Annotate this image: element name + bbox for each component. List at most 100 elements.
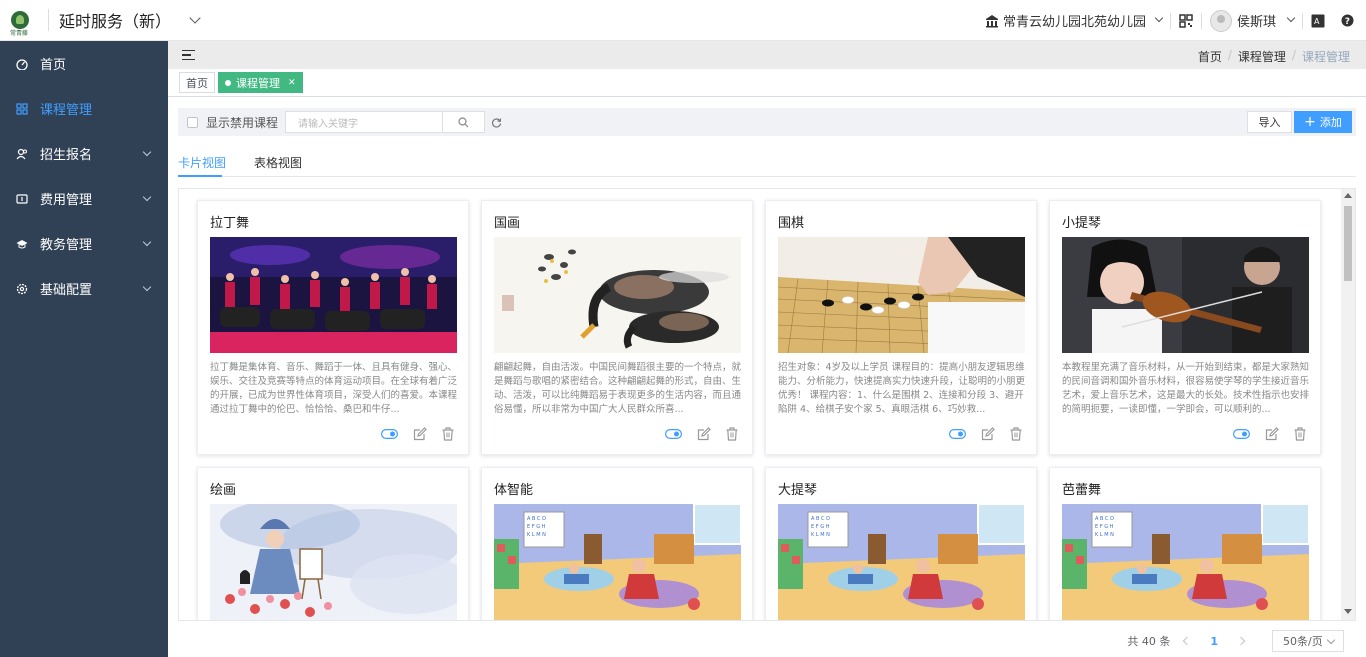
card-description: 翩翩起舞，自由活泼。中国民间舞蹈很主要的一个特点，就是舞蹈与歌唱的紧密结合。这种… [494, 362, 741, 415]
graduation-icon [16, 239, 28, 248]
tags-view: 首页 课程管理 ✕ [168, 69, 1366, 97]
plus-icon: + [1304, 114, 1316, 130]
school-name: 常青云幼儿园北苑幼儿园 [1002, 15, 1146, 30]
edit-icon[interactable] [981, 427, 995, 441]
page-number[interactable]: 1 [1210, 635, 1218, 648]
chevron-down-icon [142, 282, 152, 292]
view-tabs: 卡片视图 表格视图 [178, 149, 1356, 177]
course-card[interactable]: 围棋 招生对象：4岁及以上学员 课程目的：提高小朋友逻辑思维能力、分析能力，快速… [765, 200, 1037, 455]
breadcrumb-current: 课程管理 [1301, 50, 1350, 64]
sidebar-item-label: 费用管理 [40, 193, 93, 208]
header-right: 常青云幼儿园北苑幼儿园 侯斯琪 A ? [977, 0, 1366, 41]
svg-text:A B C D: A B C D [1095, 516, 1114, 522]
delete-icon[interactable] [726, 427, 738, 441]
add-button[interactable]: + 添加 [1294, 111, 1352, 133]
page-size-value: 50条/页 [1283, 635, 1323, 648]
scrollbar[interactable] [1341, 189, 1355, 620]
chevron-right-icon[interactable] [1236, 636, 1246, 646]
card-image: A B C D E F G H K L M N [778, 504, 1025, 620]
app-switcher[interactable]: 延时服务（新） [59, 8, 201, 32]
hamburger-icon[interactable] [182, 49, 195, 61]
chevron-down-icon [189, 11, 201, 24]
tag-dot [225, 79, 231, 86]
svg-text:A B C D: A B C D [527, 516, 546, 522]
sidebar-item-label: 课程管理 [40, 103, 93, 118]
main-content: 首页 / 课程管理 / 课程管理 首页 课程管理 ✕ 显示禁用课程 请输入关键字… [168, 41, 1366, 657]
sidebar-item-home[interactable]: 首页 [0, 41, 168, 86]
edit-icon[interactable] [697, 427, 711, 441]
qrcode-button[interactable] [1171, 13, 1201, 28]
school-icon [985, 14, 998, 27]
show-disabled-checkbox[interactable] [187, 116, 198, 128]
sidebar-item-label: 招生报名 [40, 148, 93, 163]
import-button[interactable]: 导入 [1247, 111, 1292, 133]
breadcrumb-home[interactable]: 首页 [1198, 48, 1222, 65]
tag-label: 首页 [186, 76, 208, 90]
course-card[interactable]: 拉丁舞 拉丁舞是集体育、音乐、舞蹈于一体、且具有健身、强心、娱乐、交往及竞赛等特… [197, 200, 469, 455]
translate-button[interactable]: A [1303, 14, 1333, 28]
edit-icon[interactable] [1265, 427, 1279, 441]
breadcrumb-course[interactable]: 课程管理 [1238, 48, 1286, 65]
user-menu[interactable]: 侯斯琪 [1202, 9, 1302, 32]
course-card[interactable]: 小提琴 本教程里充满了音乐材料，从一开始到结束，都是大家熟知的民间音调和国外音乐… [1049, 200, 1321, 455]
tab-card-view[interactable]: 卡片视图 [178, 154, 226, 171]
course-card[interactable]: 体智能 A B C D E F G H K L M N [481, 467, 753, 620]
svg-text:K L M N: K L M N [527, 532, 546, 538]
scroll-up-icon[interactable] [1344, 193, 1352, 198]
translate-icon: A [1311, 14, 1325, 27]
scroll-thumb[interactable] [1344, 206, 1352, 281]
card-actions [1233, 427, 1306, 441]
card-title: 大提琴 [778, 483, 818, 498]
course-card[interactable]: 绘画 [197, 467, 469, 620]
search-button[interactable] [443, 111, 486, 133]
delete-icon[interactable] [1294, 427, 1306, 441]
chevron-down-icon [1286, 13, 1296, 23]
tab-table-view[interactable]: 表格视图 [254, 154, 302, 171]
avatar [1209, 9, 1232, 32]
settings-icon [16, 283, 28, 294]
logo-mark [11, 11, 29, 29]
toggle-icon[interactable] [381, 429, 398, 439]
qrcode-icon [1179, 13, 1193, 28]
course-card[interactable]: 大提琴 A B C D E F G H K L M N [765, 467, 1037, 620]
card-description: 本教程里充满了音乐材料，从一开始到结束，都是大家熟知的民间音调和国外音乐材料，很… [1062, 362, 1309, 415]
sidebar-item-fee[interactable]: 费用管理 [0, 176, 168, 221]
help-button[interactable]: ? [1333, 14, 1366, 27]
chevron-left-icon[interactable] [1183, 636, 1192, 646]
close-icon[interactable]: ✕ [288, 78, 296, 88]
chevron-down-icon [1154, 13, 1164, 23]
sidebar-item-config[interactable]: 基础配置 [0, 266, 168, 311]
card-image [210, 504, 457, 620]
sidebar-item-academic[interactable]: 教务管理 [0, 221, 168, 266]
app-title: 延时服务（新） [59, 12, 172, 31]
refresh-button[interactable] [491, 117, 502, 128]
top-header: 常青藤 延时服务（新） 常青云幼儿园北苑幼儿园 侯斯琪 A ? [0, 0, 1366, 41]
page-size-select[interactable]: 50条/页 [1272, 630, 1344, 652]
card-grid: 拉丁舞 拉丁舞是集体育、音乐、舞蹈于一体、且具有健身、强心、娱乐、交往及竞赛等特… [178, 188, 1356, 621]
sidebar-item-enroll[interactable]: 招生报名 [0, 131, 168, 176]
toggle-icon[interactable] [1233, 429, 1250, 439]
toggle-icon[interactable] [665, 429, 682, 439]
tag-course[interactable]: 课程管理 ✕ [218, 72, 303, 93]
card-image [778, 237, 1025, 353]
toggle-icon[interactable] [949, 429, 966, 439]
course-card[interactable]: 国画 翩翩起舞，自由活泼。中国民间舞蹈很主要的一个特点，就是舞蹈与歌唱的紧密结合… [481, 200, 753, 455]
svg-text:?: ? [1345, 17, 1350, 27]
sidebar-item-course[interactable]: 课程管理 [0, 86, 168, 131]
search-input[interactable]: 请输入关键字 [285, 111, 444, 133]
fee-icon [16, 193, 28, 204]
tag-home[interactable]: 首页 [179, 72, 215, 93]
school-selector[interactable]: 常青云幼儿园北苑幼儿园 [977, 11, 1170, 30]
delete-icon[interactable] [1010, 427, 1022, 441]
card-image: A B C D E F G H K L M N [1062, 504, 1309, 620]
delete-icon[interactable] [442, 427, 454, 441]
svg-text:E F G H: E F G H [811, 524, 830, 530]
scroll-down-icon[interactable] [1344, 609, 1352, 614]
card-title: 芭蕾舞 [1062, 483, 1102, 498]
edit-icon[interactable] [413, 427, 427, 441]
course-card[interactable]: 芭蕾舞 A B C D E F G H K L M N [1049, 467, 1321, 620]
show-disabled-label: 显示禁用课程 [206, 115, 279, 130]
help-icon: ? [1341, 14, 1354, 27]
dashboard-icon [16, 58, 28, 70]
card-title: 绘画 [210, 483, 237, 498]
